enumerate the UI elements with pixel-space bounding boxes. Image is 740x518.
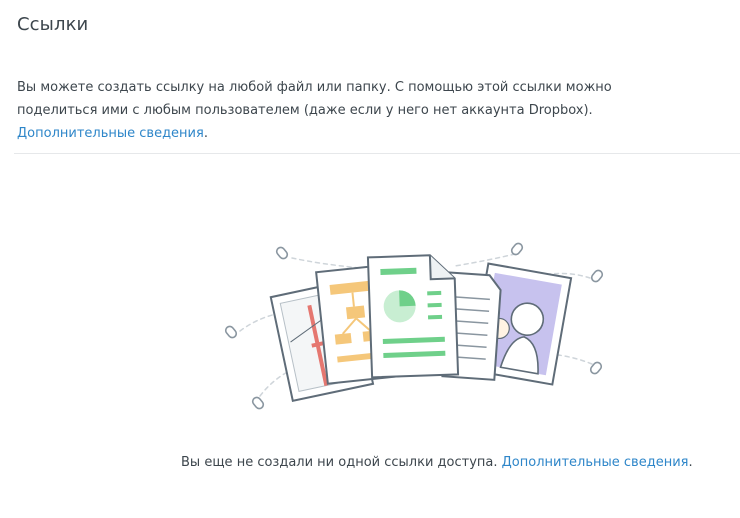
empty-state-message: Вы еще не создали ни одной ссылки доступ… — [181, 454, 693, 472]
intro-learn-more: Дополнительные сведения. — [17, 122, 617, 145]
learn-more-period: . — [203, 126, 208, 141]
intro-text: Вы можете создать ссылку на любой файл и… — [17, 80, 612, 118]
links-page: Ссылки Вы можете создать ссылку на любой… — [0, 0, 740, 518]
shared-files-illustration — [224, 242, 604, 410]
empty-state-learn-more-link[interactable]: Дополнительные сведения — [502, 455, 689, 470]
chart-document-icon — [366, 254, 460, 379]
intro-description: Вы можете создать ссылку на любой файл и… — [17, 76, 617, 145]
learn-more-link[interactable]: Дополнительные сведения — [17, 126, 204, 141]
page-title: Ссылки — [17, 14, 89, 35]
empty-state-period: . — [688, 455, 693, 470]
empty-state-text: Вы еще не создали ни одной ссылки доступ… — [181, 455, 498, 470]
section-divider — [14, 153, 740, 154]
